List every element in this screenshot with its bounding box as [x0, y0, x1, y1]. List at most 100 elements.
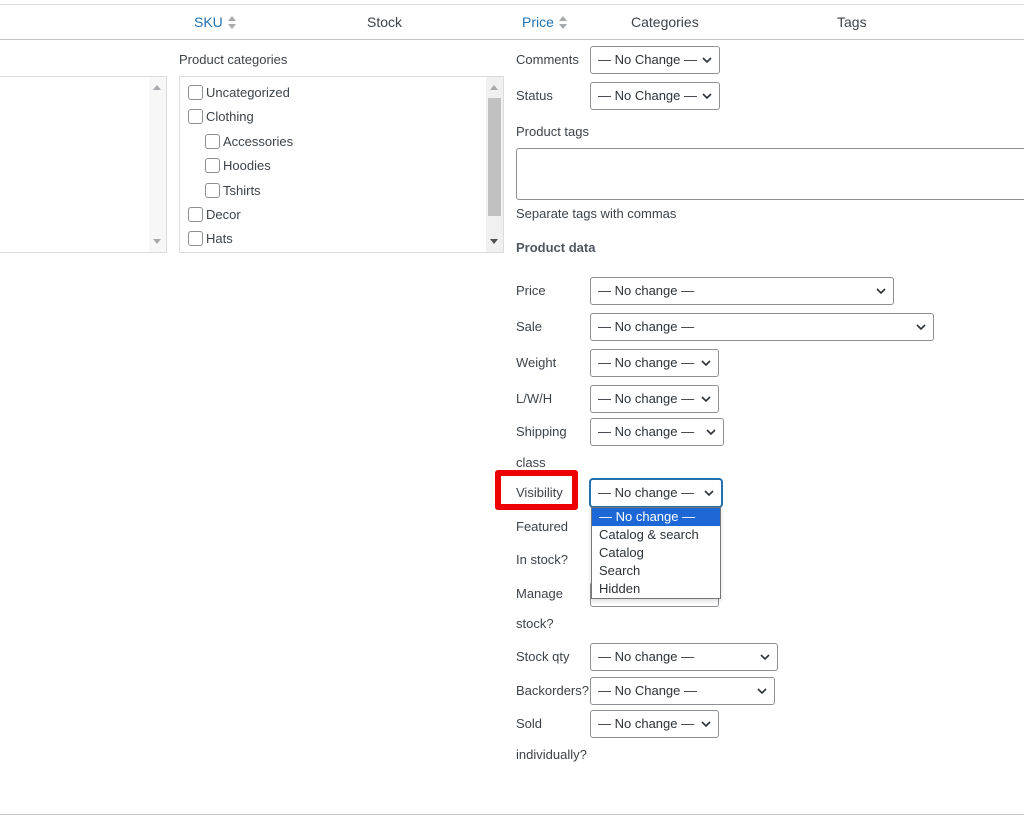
sale-label: Sale — [516, 319, 543, 334]
sold-individually-select[interactable]: — No change — — [590, 710, 719, 738]
category-label: Uncategorized — [206, 84, 290, 100]
shipping-label: Shipping — [516, 424, 567, 439]
checkbox[interactable] — [188, 108, 203, 124]
product-tags-hint: Separate tags with commas — [516, 206, 677, 221]
sale-select[interactable]: — No change — — [590, 313, 934, 341]
scroll-down-icon[interactable] — [490, 239, 498, 244]
checkbox[interactable] — [188, 84, 203, 100]
visibility-option-no-change[interactable]: — No change — — [592, 508, 720, 526]
product-tags-textarea[interactable] — [516, 148, 1024, 200]
category-label: Decor — [206, 206, 241, 222]
checkbox[interactable] — [188, 230, 203, 246]
sold-individually-label-line2: individually? — [516, 747, 587, 762]
comments-select[interactable]: — No Change — — [590, 46, 720, 74]
select-value: — No change — — [598, 649, 695, 664]
column-price-label[interactable]: Price — [522, 14, 554, 30]
comments-label: Comments — [516, 52, 579, 67]
left-scrollbar[interactable] — [149, 77, 166, 252]
category-label: Hats — [206, 230, 233, 246]
category-item-accessories[interactable]: Accessories — [205, 131, 293, 151]
scroll-thumb[interactable] — [488, 98, 501, 216]
shipping-label-line2: class — [516, 455, 546, 470]
category-item-hats[interactable]: Hats — [188, 228, 233, 248]
visibility-option-search[interactable]: Search — [592, 562, 720, 580]
category-item-decor[interactable]: Decor — [188, 204, 241, 224]
chevron-down-icon — [876, 288, 886, 295]
bottom-divider — [0, 814, 1024, 815]
category-item-tshirts[interactable]: Tshirts — [205, 180, 261, 200]
category-label: Tshirts — [223, 182, 261, 198]
column-sku[interactable]: SKU — [194, 14, 236, 30]
checkbox[interactable] — [205, 133, 220, 149]
visibility-option-hidden[interactable]: Hidden — [592, 580, 720, 598]
price-select[interactable]: — No change — — [590, 277, 894, 305]
stock-qty-label: Stock qty — [516, 649, 570, 664]
sort-icon[interactable] — [227, 16, 236, 30]
status-label: Status — [516, 88, 553, 103]
shipping-class-select[interactable]: — No change — — [590, 418, 724, 446]
category-label: Clothing — [206, 108, 254, 124]
lwh-label: L/W/H — [516, 391, 553, 406]
column-stock: Stock — [367, 14, 403, 30]
column-categories: Categories — [631, 14, 699, 30]
category-item-clothing[interactable]: Clothing — [188, 106, 254, 126]
visibility-option-catalog[interactable]: Catalog — [592, 544, 720, 562]
featured-label: Featured — [516, 519, 569, 534]
column-sku-label[interactable]: SKU — [194, 14, 223, 30]
select-value: — No Change — — [598, 683, 697, 698]
chevron-down-icon — [704, 490, 714, 497]
select-value: — No change — — [598, 319, 695, 334]
chevron-down-icon — [701, 721, 711, 728]
product-categories-title: Product categories — [179, 52, 288, 67]
scroll-down-icon[interactable] — [153, 239, 161, 244]
chevron-down-icon — [702, 93, 712, 100]
categories-scrollbar[interactable] — [486, 77, 503, 252]
sold-individually-label: Sold — [516, 716, 543, 731]
chevron-down-icon — [701, 360, 711, 367]
table-header: SKU Stock Price Categories Tags — [0, 5, 1024, 40]
category-item-hoodies[interactable]: Hoodies — [205, 155, 271, 175]
backorders-select[interactable]: — No Change — — [590, 677, 775, 705]
select-value: — No Change — — [598, 52, 697, 67]
backorders-label: Backorders? — [516, 683, 589, 698]
left-list-box[interactable] — [0, 76, 167, 253]
visibility-label: Visibility — [516, 485, 563, 500]
scroll-up-icon[interactable] — [490, 85, 498, 90]
sort-icon[interactable] — [558, 16, 567, 30]
category-item-uncategorized[interactable]: Uncategorized — [188, 82, 290, 102]
weight-label: Weight — [516, 355, 557, 370]
checkbox[interactable] — [205, 157, 220, 173]
categories-checklist: Uncategorized Clothing Accessories Hoodi… — [179, 76, 504, 253]
column-price[interactable]: Price — [522, 14, 567, 30]
chevron-down-icon — [757, 688, 767, 695]
category-label: Hoodies — [223, 157, 271, 173]
manage-stock-label-line2: stock? — [516, 616, 554, 631]
status-select[interactable]: — No Change — — [590, 82, 720, 110]
visibility-select[interactable]: — No change — — [590, 479, 722, 507]
select-value: — No change — — [598, 391, 695, 406]
chevron-down-icon — [702, 57, 712, 64]
checkbox[interactable] — [188, 206, 203, 222]
product-tags-label: Product tags — [516, 124, 589, 139]
visibility-options-list[interactable]: — No change — Catalog & search Catalog S… — [591, 507, 721, 599]
price-label: Price — [516, 283, 546, 298]
product-data-heading: Product data — [516, 240, 596, 255]
category-label: Accessories — [223, 133, 294, 149]
scroll-up-icon[interactable] — [153, 85, 161, 90]
weight-select[interactable]: — No change — — [590, 349, 719, 377]
lwh-select[interactable]: — No change — — [590, 385, 719, 413]
select-value: — No change — — [598, 716, 695, 731]
column-tags: Tags — [837, 14, 867, 30]
select-value: — No change — — [598, 283, 695, 298]
chevron-down-icon — [706, 429, 716, 436]
select-value: — No change — — [598, 355, 695, 370]
stock-qty-select[interactable]: — No change — — [590, 643, 778, 671]
select-value: — No change — — [598, 485, 695, 500]
select-value: — No Change — — [598, 88, 697, 103]
checkbox[interactable] — [205, 182, 220, 198]
visibility-option-catalog-search[interactable]: Catalog & search — [592, 526, 720, 544]
chevron-down-icon — [760, 654, 770, 661]
in-stock-label: In stock? — [516, 552, 569, 567]
chevron-down-icon — [916, 324, 926, 331]
chevron-down-icon — [701, 396, 711, 403]
